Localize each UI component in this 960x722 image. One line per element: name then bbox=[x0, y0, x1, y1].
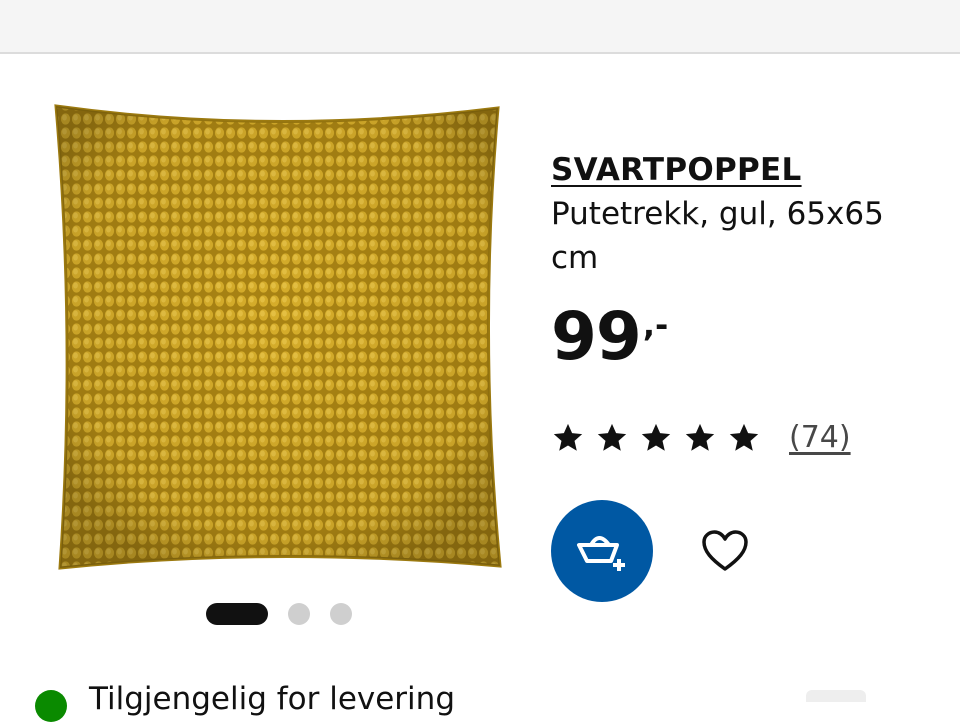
add-to-wishlist-button[interactable] bbox=[697, 526, 753, 578]
product-description: Putetrekk, gul, 65x65 cm bbox=[551, 196, 884, 276]
store-availability-stub bbox=[806, 690, 866, 702]
price: 99 ,- bbox=[551, 302, 668, 372]
availability-text: Tilgjengelig for levering bbox=[89, 681, 455, 717]
carousel-dot-active[interactable] bbox=[206, 603, 268, 625]
carousel-indicator bbox=[206, 603, 372, 625]
star-icon bbox=[597, 423, 627, 451]
rating[interactable]: (74) bbox=[551, 420, 851, 455]
carousel-dot[interactable] bbox=[330, 603, 352, 625]
product-name-link[interactable]: SVARTPOPPEL bbox=[551, 150, 802, 190]
availability: Tilgjengelig for levering bbox=[35, 676, 455, 722]
add-to-cart-button[interactable] bbox=[551, 500, 653, 602]
availability-status-icon bbox=[35, 690, 67, 722]
cushion-illustration bbox=[54, 104, 502, 570]
product-image[interactable] bbox=[38, 98, 508, 578]
star-icon bbox=[641, 423, 671, 451]
heart-icon bbox=[702, 529, 748, 571]
star-icon bbox=[553, 423, 583, 451]
add-to-cart-icon bbox=[577, 536, 625, 571]
rating-count-link[interactable]: (74) bbox=[789, 420, 851, 455]
star-icon bbox=[685, 423, 715, 451]
rating-stars bbox=[551, 421, 761, 455]
top-bar bbox=[0, 0, 960, 54]
carousel-dot[interactable] bbox=[288, 603, 310, 625]
star-icon bbox=[729, 423, 759, 451]
price-decimal: ,- bbox=[642, 306, 669, 344]
price-integer: 99 bbox=[551, 298, 642, 375]
